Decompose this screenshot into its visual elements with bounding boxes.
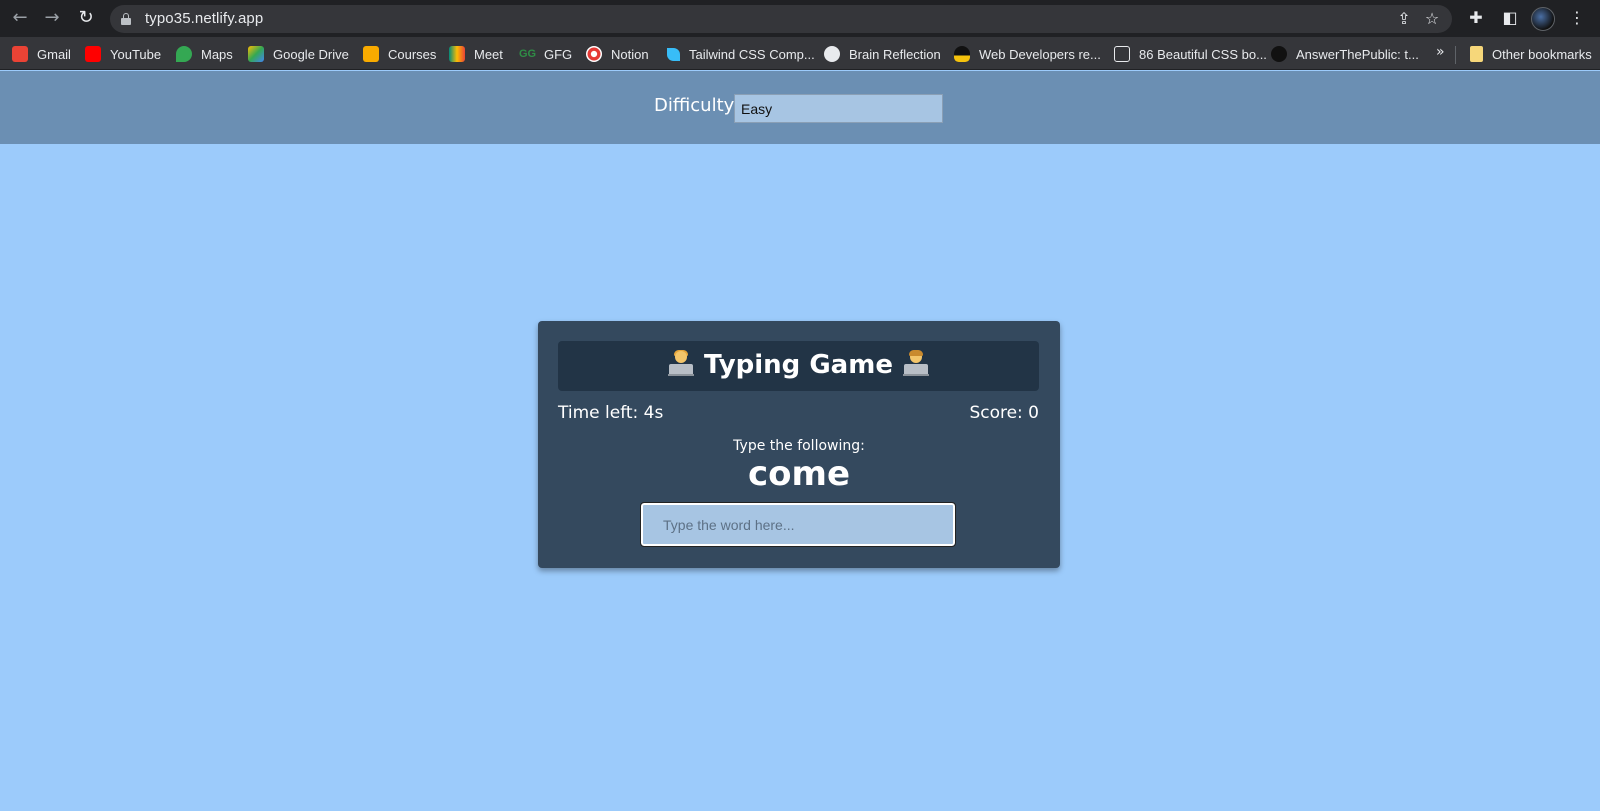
- settings-bar: Difficulty Easy: [0, 71, 1600, 144]
- difficulty-label: Difficulty: [654, 95, 735, 116]
- star-icon[interactable]: ☆: [1422, 9, 1442, 29]
- page-title: Typing Game: [658, 350, 939, 380]
- side-panel-icon[interactable]: ◧: [1498, 6, 1522, 30]
- bookmarks-divider: [1455, 46, 1456, 64]
- bookmark-youtube[interactable]: YouTube: [85, 44, 161, 64]
- bookmark-brain-reflection[interactable]: Brain Reflection: [824, 44, 941, 64]
- avatar[interactable]: [1531, 7, 1555, 31]
- maps-icon: [176, 46, 192, 62]
- bookmark-google-drive[interactable]: Google Drive: [248, 44, 349, 64]
- bookmark-meet[interactable]: Meet: [449, 44, 503, 64]
- bookmark-gfg[interactable]: GG GFG: [519, 44, 572, 64]
- linux-icon: [954, 46, 970, 62]
- difficulty-select[interactable]: Easy: [734, 94, 943, 123]
- menu-icon[interactable]: ⋮: [1565, 6, 1589, 30]
- back-icon[interactable]: ←: [8, 6, 32, 30]
- bookmark-courses[interactable]: Courses: [363, 44, 436, 64]
- share-icon[interactable]: ⇪: [1394, 9, 1414, 29]
- tailwind-icon: [667, 47, 680, 61]
- folder-icon: [1470, 46, 1483, 62]
- bookmark-maps[interactable]: Maps: [176, 44, 233, 64]
- youtube-icon: [85, 46, 101, 62]
- globe-icon: [824, 46, 840, 62]
- more-bookmarks-icon[interactable]: »: [1436, 44, 1445, 60]
- drive-icon: [248, 46, 264, 62]
- gmail-icon: [12, 46, 28, 62]
- technologist-icon: [902, 350, 929, 376]
- meet-icon: [449, 46, 465, 62]
- bookmark-web-developers[interactable]: Web Developers re...: [954, 44, 1101, 64]
- time-left: Time left: 4s: [558, 403, 664, 423]
- title-box: Typing Game: [558, 341, 1039, 391]
- answerthepublic-icon: [1271, 46, 1287, 62]
- technologist-icon: [668, 350, 695, 376]
- instruction-text: Type the following:: [733, 438, 865, 454]
- bookmark-notion[interactable]: Notion: [586, 44, 649, 64]
- gfg-icon: GG: [519, 48, 537, 60]
- reload-icon[interactable]: ↻: [74, 6, 98, 30]
- classroom-icon: [363, 46, 379, 62]
- notion-icon: [586, 46, 602, 62]
- extensions-icon[interactable]: ✚: [1464, 6, 1488, 30]
- lock-icon: [121, 13, 131, 25]
- word-input[interactable]: [640, 502, 956, 547]
- url-text: typo35.netlify.app: [145, 10, 264, 27]
- forward-icon[interactable]: →: [40, 6, 64, 30]
- address-bar[interactable]: typo35.netlify.app ⇪ ☆: [110, 5, 1452, 33]
- bookmark-tailwind[interactable]: Tailwind CSS Comp...: [667, 44, 815, 64]
- game-title: Typing Game: [704, 350, 893, 380]
- game-card: Typing Game Time left: 4s Score: 0 Type …: [538, 321, 1060, 568]
- browser-toolbar: ← → ↻ typo35.netlify.app ⇪ ☆ ✚ ◧ ⋮: [0, 0, 1600, 37]
- target-word: come: [748, 454, 850, 494]
- bookmark-css-borders[interactable]: 86 Beautiful CSS bo...: [1114, 44, 1267, 64]
- score: Score: 0: [969, 403, 1039, 423]
- bookmark-other-bookmarks[interactable]: Other bookmarks: [1470, 44, 1592, 64]
- bookmark-answerthepublic[interactable]: AnswerThePublic: t...: [1271, 44, 1419, 64]
- bookmarks-bar: Gmail YouTube Maps Google Drive Courses …: [0, 37, 1600, 70]
- bookmark-gmail[interactable]: Gmail: [12, 44, 71, 64]
- cursor-icon: [1114, 46, 1130, 62]
